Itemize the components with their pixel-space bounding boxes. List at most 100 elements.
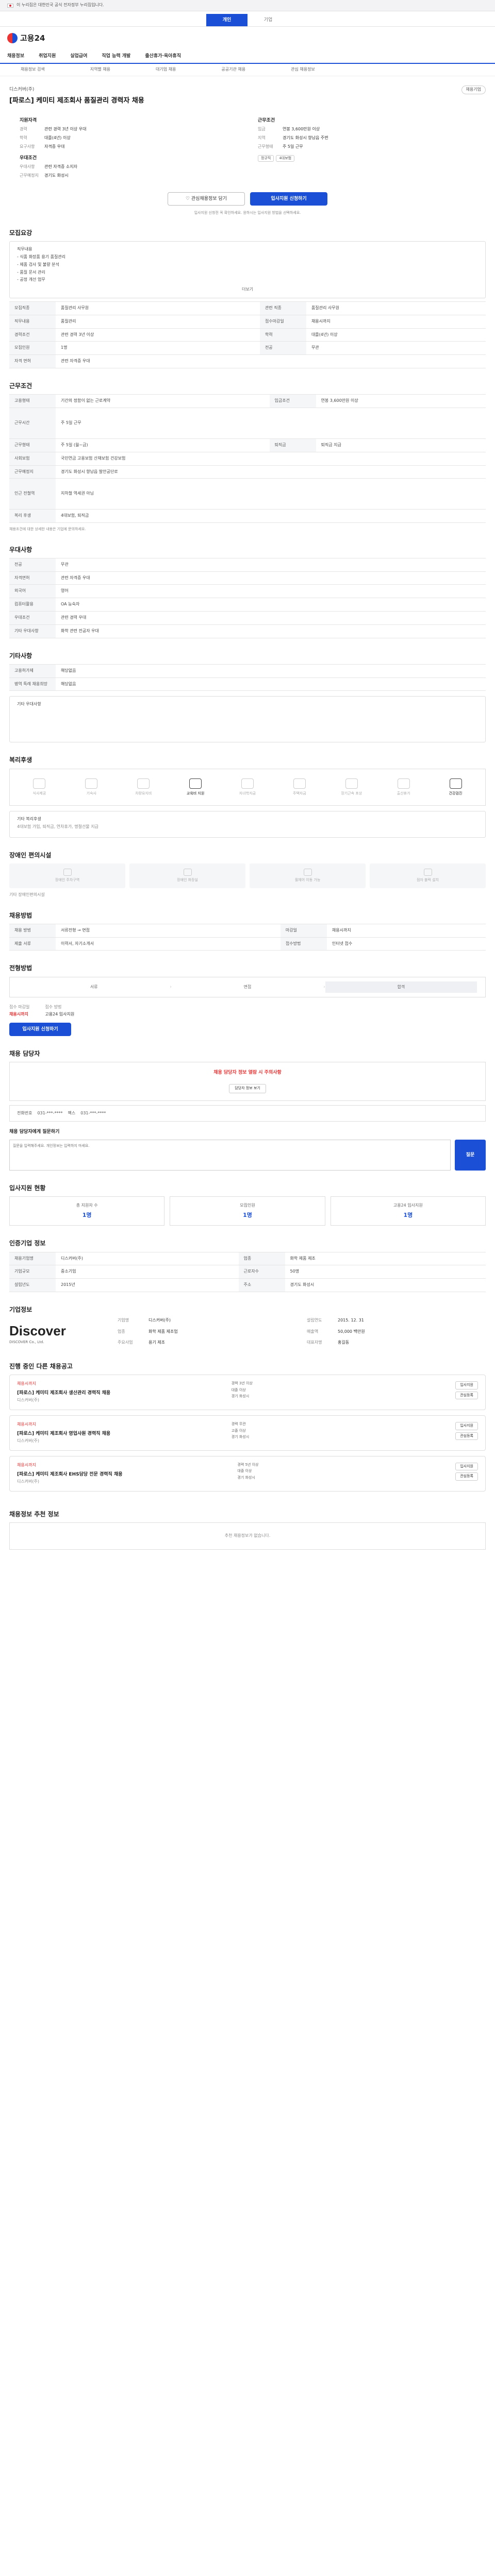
sub-nav: 채용정보 검색 지역별 채용 대기업 채용 공공기관 채용 관심 채용정보 [0, 64, 495, 76]
process-step: 서류 [90, 984, 98, 989]
job-card[interactable]: 채용시까지 [파로스] 케미티 제조회사 영업사원 경력직 채용 디스커버(주) 경… [9, 1415, 486, 1451]
scrap-button[interactable]: ♡ 관심채용정보 담기 [168, 192, 245, 206]
section-title: 채용방법 [9, 911, 32, 919]
kv-label: 경력 [20, 127, 27, 132]
receive-value: 채용시까지 [9, 1012, 28, 1017]
facility-label: 장애인 화장실 [177, 878, 198, 883]
card-title[interactable]: [파로스] 케미티 제조회사 생산관리 경력직 채용 [17, 1390, 110, 1396]
contact-tel-row: 전화번호 031-***-**** 팩스 031-***-**** [9, 1105, 486, 1122]
qa-send-button[interactable]: 질문 [455, 1139, 486, 1171]
welfare-label: 건강검진 [449, 791, 463, 795]
card-dday: 채용시까지 [17, 1381, 36, 1386]
row-label: 근무형태 [9, 438, 56, 452]
tab-company[interactable]: 기업 [248, 14, 289, 26]
welfare-item: 건강검진 [432, 778, 479, 796]
card-apply-button[interactable]: 입사지원 [455, 1381, 478, 1389]
contact-notice: 채용 담당자 정보 열람 시 주의사항 담당자 정보 보기 [9, 1062, 486, 1101]
row-value: 경기도 화성시 향남읍 발안공단로 [56, 465, 486, 479]
card-title[interactable]: [파로스] 케미티 제조회사 EHS담당 전문 경력직 채용 [17, 1471, 123, 1478]
stat-label: 모집인원 [240, 1202, 255, 1208]
nav-item-support[interactable]: 취업지원 [39, 53, 56, 59]
nav-item-training[interactable]: 직업 능력 개발 [102, 53, 130, 59]
subnav-item[interactable]: 채용정보 검색 [21, 67, 45, 73]
kv-label: 지역 [258, 135, 266, 141]
card-line: 경기 화성시 [231, 1435, 250, 1439]
row-value: 주 5일 (월~금) [56, 438, 270, 452]
row-label: 접수마감일 [259, 314, 306, 329]
tab-personal[interactable]: 개인 [206, 13, 248, 26]
company-logo: Discover DISCOVER Co., Ltd. [9, 1318, 107, 1349]
row-value: 주 5일 근무 [56, 407, 486, 439]
row-value: 서류전형 → 면접 [56, 923, 280, 938]
misc-table: 고용허가제 해당없음 병역 특례 채용희망 해당없음 [9, 664, 486, 691]
section-title: 채용정보 추천 정보 [9, 1510, 59, 1518]
company-badge: 채용기업 [461, 86, 486, 94]
facility-note: 기타 장애인편의시설 [9, 892, 45, 897]
card-title[interactable]: [파로스] 케미티 제조회사 영업사원 경력직 채용 [17, 1431, 110, 1437]
card-scrap-button[interactable]: 관심등록 [455, 1432, 478, 1440]
nav-item-leave[interactable]: 출산휴가·육아휴직 [145, 53, 181, 59]
row-value: 국민연금 고용보험 산재보험 건강보험 [56, 451, 486, 466]
more-button[interactable]: 더보기 [17, 287, 478, 293]
company-section: 기업정보 Discover DISCOVER Co., Ltd. 기업명 디스커버… [0, 1296, 495, 1353]
subnav-item[interactable]: 공공기관 채용 [221, 67, 245, 73]
section-title: 진행 중인 다른 채용공고 [9, 1363, 73, 1370]
extra-section: 우대사항 전공 무관 자격면허 관련 자격증 우대 외국어 영어 컴퓨터활용 OA 능숙… [0, 536, 495, 642]
nav-item-benefits[interactable]: 실업급여 [70, 53, 87, 59]
card-apply-button[interactable]: 입사지원 [455, 1422, 478, 1430]
row-label: 기업규모 [9, 1265, 56, 1279]
receive-apply-button[interactable]: 입사지원 신청하기 [9, 1022, 71, 1036]
section-title: 복리후생 [9, 756, 32, 764]
kv-label: 대표자명 [307, 1340, 322, 1345]
nav-item-jobs[interactable]: 채용정보 [7, 53, 24, 59]
subnav-item[interactable]: 관심 채용정보 [291, 67, 315, 73]
row-label: 기타 우대사항 [9, 624, 56, 638]
job-card[interactable]: 채용시까지 [파로스] 케미티 제조회사 EHS담당 전문 경력직 채용 디스커버(… [9, 1455, 486, 1492]
row-value: 퇴직금 지급 [316, 438, 486, 452]
row-value: 50명 [285, 1265, 486, 1279]
apply-button[interactable]: 입사지원 신청하기 [250, 192, 327, 206]
company-logo-sub: DISCOVER Co., Ltd. [9, 1340, 44, 1345]
card-apply-button[interactable]: 입사지원 [455, 1462, 478, 1471]
process-step: 합격 [325, 981, 477, 993]
welfare-grid: 식사제공 기숙사 차량유지비 교육비 지원 자녀학자금 주택자금 장기근속 포상… [9, 768, 486, 806]
card-scrap-button[interactable]: 관심등록 [455, 1472, 478, 1481]
row-label: 접수방법 [280, 937, 327, 951]
site-logo-icon[interactable] [7, 33, 18, 43]
view-contact-button[interactable]: 담당자 정보 보기 [229, 1084, 266, 1093]
fax-value: 031-***-**** [80, 1110, 106, 1115]
receive-label: 접수 방법 [45, 1005, 62, 1010]
row-value: 1명 [56, 341, 260, 355]
summary-line: - 제품 검사 및 불량 분석 [17, 262, 59, 267]
subnav-item[interactable]: 대기업 채용 [156, 67, 176, 73]
row-value: 대졸(4년) 이상 [306, 328, 486, 342]
welfare-label: 식사제공 [32, 791, 46, 795]
company-name[interactable]: 디스커버(주) [9, 87, 34, 93]
row-label: 전공 [9, 557, 56, 572]
card-line: 경력 3년 이상 [231, 1381, 253, 1386]
company-info: Discover DISCOVER Co., Ltd. 기업명 디스커버(주) 설… [9, 1318, 486, 1349]
row-label: 주소 [238, 1278, 285, 1293]
welfare-label: 기숙사 [86, 791, 96, 795]
subnav-item[interactable]: 지역별 채용 [90, 67, 110, 73]
facility-item: 장애인 화장실 [129, 863, 245, 888]
kv-label: 기업명 [118, 1318, 129, 1323]
kv-label: 주요사업 [118, 1340, 133, 1345]
row-value: 관련 자격증 우대 [56, 571, 486, 585]
card-line: 경기 화성시 [237, 1475, 255, 1480]
section-title: 전형방법 [9, 964, 32, 972]
main-nav: 채용정보 취업지원 실업급여 직업 능력 개발 출산휴가·육아휴직 [0, 49, 495, 64]
qa-input[interactable] [9, 1139, 451, 1171]
kv-value: 디스커버(주) [148, 1318, 171, 1323]
facility-grid: 장애인 주차구역 장애인 화장실 휠체어 이동 가능 점자 블럭 설치 [9, 863, 486, 888]
heart-icon: ♡ [185, 196, 191, 201]
welfare-item: 주택자금 [276, 778, 323, 796]
site-logo-text[interactable]: 고용24 [20, 33, 45, 43]
row-value: 해당없음 [56, 664, 486, 678]
card-scrap-button[interactable]: 관심등록 [455, 1391, 478, 1400]
wheelchair-icon [303, 869, 312, 876]
row-label: 모집직종 [9, 301, 56, 315]
process-step: 면접 [243, 984, 252, 989]
job-card[interactable]: 채용시까지 [파로스] 케미티 제조회사 생산관리 경력직 채용 디스커버(주) 경… [9, 1375, 486, 1411]
health-icon [449, 778, 462, 789]
